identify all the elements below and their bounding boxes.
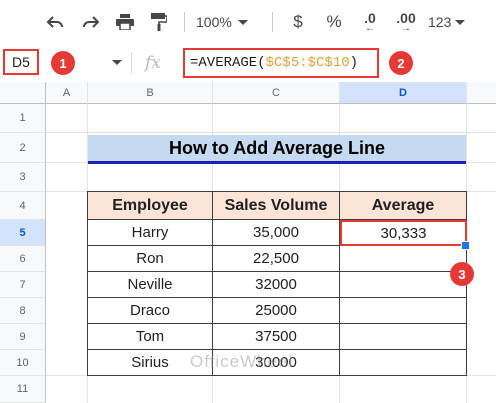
cell-average[interactable]: [340, 298, 467, 324]
arrow-right-icon: →: [401, 23, 411, 34]
cell-average[interactable]: [340, 324, 467, 350]
row-header-3[interactable]: 3: [0, 163, 46, 192]
watermark: OfficeWheel: [190, 352, 294, 371]
cell-employee[interactable]: Ron: [88, 246, 213, 272]
more-formats-label: 123: [428, 14, 452, 30]
cell-sales[interactable]: 32000: [213, 272, 340, 298]
header-sales-volume[interactable]: Sales Volume: [213, 192, 340, 220]
column-header-c[interactable]: C: [213, 82, 340, 104]
undo-icon[interactable]: [44, 10, 66, 34]
zoom-select[interactable]: 100%: [196, 10, 256, 34]
name-box[interactable]: D5: [3, 49, 39, 75]
row-header-10[interactable]: 10: [0, 350, 46, 376]
toolbar: 100% $ % .0 ← .00 → 123: [0, 0, 496, 44]
column-header-d[interactable]: D: [340, 82, 467, 104]
cell-employee[interactable]: Neville: [88, 272, 213, 298]
formula-suffix: ): [349, 55, 359, 71]
cell-average[interactable]: [340, 272, 467, 298]
arrow-left-icon: ←: [365, 23, 375, 34]
cell-average[interactable]: [340, 350, 467, 376]
column-header-e[interactable]: [467, 82, 496, 104]
cell-sales[interactable]: 37500: [213, 324, 340, 350]
row-header-2[interactable]: 2: [0, 133, 46, 163]
cell-employee[interactable]: Tom: [88, 324, 213, 350]
cell-employee[interactable]: Harry: [88, 220, 213, 246]
currency-format-button[interactable]: $: [288, 10, 308, 34]
percent-format-button[interactable]: %: [324, 10, 344, 34]
chevron-down-icon: [237, 19, 248, 25]
row-header-5[interactable]: 5: [0, 220, 46, 246]
step-badge-2: 2: [389, 51, 413, 75]
formula-prefix: =AVERAGE(: [190, 55, 266, 71]
sheet-title: How to Add Average Line: [88, 135, 466, 164]
toolbar-divider: [184, 12, 185, 32]
row-header-6[interactable]: 6: [0, 246, 46, 272]
column-header-a[interactable]: A: [46, 82, 88, 104]
formula-bar-divider: [131, 52, 132, 74]
decrease-decimal-button[interactable]: .0 ←: [356, 10, 384, 34]
fx-icon: fx: [145, 53, 161, 73]
chevron-down-icon: [455, 19, 466, 25]
step-badge-1: 1: [51, 51, 75, 75]
header-employee[interactable]: Employee: [88, 192, 213, 220]
column-header-b[interactable]: B: [88, 82, 213, 104]
chevron-down-icon[interactable]: [112, 60, 122, 65]
paint-format-icon[interactable]: [148, 10, 170, 34]
redo-icon[interactable]: [80, 10, 102, 34]
row-header-7[interactable]: 7: [0, 272, 46, 298]
row-header-1[interactable]: 1: [0, 104, 46, 133]
select-all-corner[interactable]: [0, 82, 46, 104]
fill-handle[interactable]: [461, 241, 470, 250]
zoom-value: 100%: [196, 14, 232, 30]
cell-sales[interactable]: 22,500: [213, 246, 340, 272]
row-header-4[interactable]: 4: [0, 192, 46, 220]
formula-input[interactable]: =AVERAGE($C$5:$C$10): [183, 48, 379, 78]
row-header-11[interactable]: 11: [0, 376, 46, 403]
cell-employee[interactable]: Draco: [88, 298, 213, 324]
formula-bar: D5 1 fx =AVERAGE($C$5:$C$10) 2: [0, 44, 496, 83]
cell-sales[interactable]: 35,000: [213, 220, 340, 246]
spreadsheet-grid: A B C D 1 2 3 4 5 6 7 8 9 10 11 How to A…: [0, 82, 496, 403]
print-icon[interactable]: [114, 10, 136, 34]
cell-sales[interactable]: 25000: [213, 298, 340, 324]
row-header-9[interactable]: 9: [0, 324, 46, 350]
selected-cell-d5[interactable]: 30,333: [340, 220, 467, 246]
formula-range: $C$5:$C$10: [265, 55, 350, 71]
cell-average[interactable]: [340, 246, 467, 272]
toolbar-divider: [272, 12, 273, 32]
more-formats-select[interactable]: 123: [428, 10, 478, 34]
header-average[interactable]: Average: [340, 192, 467, 220]
increase-decimal-button[interactable]: .00 →: [392, 10, 420, 34]
row-header-8[interactable]: 8: [0, 298, 46, 324]
gridline: [46, 132, 496, 133]
step-badge-3: 3: [450, 262, 474, 286]
